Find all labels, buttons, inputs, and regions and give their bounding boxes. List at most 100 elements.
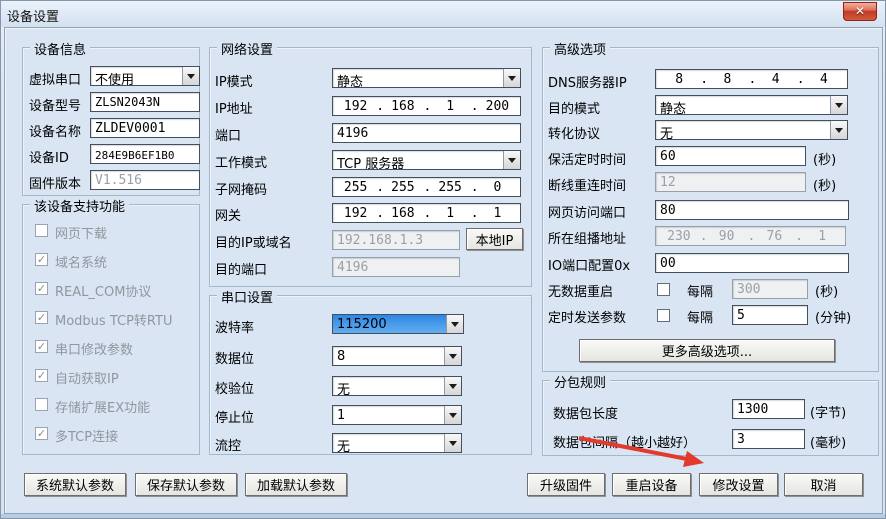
chevron-down-icon[interactable] [446, 315, 463, 333]
keepalive-field[interactable]: 60 [655, 146, 806, 166]
gateway-label: 网关 [215, 205, 241, 224]
packet-rules-group-label: 分包规则 [550, 372, 610, 391]
cancel-button[interactable]: 取消 [784, 473, 863, 496]
io-config-field[interactable]: 00 [655, 253, 849, 273]
subnet-field[interactable]: 255.255.255.0 [332, 177, 521, 197]
chevron-down-icon[interactable] [444, 347, 461, 365]
gateway-octet-1[interactable]: 192 [335, 206, 376, 221]
close-button[interactable]: ✕ [843, 2, 877, 21]
ip-address-label: IP地址 [215, 98, 253, 117]
dns-octet-2[interactable]: 8 [706, 72, 748, 87]
gateway-field[interactable]: 192.168.1.1 [332, 203, 521, 223]
work-mode-label: 工作模式 [215, 152, 267, 171]
feature-checkbox-dns: ✓ [35, 253, 48, 266]
stop-bits-select[interactable]: 1 [332, 405, 462, 425]
feature-checkbox-auto-ip: ✓ [35, 369, 48, 382]
dest-ip-field: 192.168.1.3 [332, 230, 460, 250]
chevron-down-icon[interactable] [444, 377, 461, 395]
local-ip-button[interactable]: 本地IP [466, 228, 523, 250]
dest-port-label: 目的端口 [215, 259, 267, 278]
work-mode-select[interactable]: TCP 服务器 [332, 150, 521, 170]
virtual-serial-select[interactable]: 不使用 [90, 66, 200, 86]
feature-label-realcom: REAL_COM协议 [55, 281, 151, 300]
web-port-label: 网页访问端口 [548, 202, 626, 221]
feature-checkbox-multi-tcp: ✓ [35, 427, 48, 440]
chevron-down-icon[interactable] [503, 151, 520, 169]
dest-port-field: 4196 [332, 257, 460, 277]
model-field[interactable]: ZLSN2043N [90, 92, 200, 112]
ip-address-field[interactable]: 192.168.1.200 [332, 96, 521, 116]
protocol-select[interactable]: 无 [655, 120, 848, 140]
dns-octet-3[interactable]: 4 [755, 72, 797, 87]
upgrade-firmware-button[interactable]: 升级固件 [527, 473, 605, 496]
baud-value: 115200 [333, 315, 446, 333]
apply-settings-button[interactable]: 修改设置 [699, 473, 778, 496]
ip-octet-2[interactable]: 168 [382, 99, 423, 114]
dest-mode-select[interactable]: 静态 [655, 95, 848, 115]
gateway-octet-3[interactable]: 1 [430, 206, 471, 221]
ip-octet-1[interactable]: 192 [335, 99, 376, 114]
save-default-params-button[interactable]: 保存默认参数 [135, 473, 237, 496]
port-field[interactable]: 4196 [332, 123, 521, 143]
chevron-down-icon[interactable] [444, 406, 461, 424]
baud-select[interactable]: 115200 [332, 314, 464, 334]
device-id-label: 设备ID [29, 147, 69, 166]
timed-send-field[interactable]: 5 [732, 305, 808, 325]
timed-send-unit: (分钟) [815, 307, 851, 326]
gateway-octet-4[interactable]: 1 [477, 206, 518, 221]
features-group-label: 该设备支持功能 [30, 196, 129, 215]
no-data-restart-every-label: 每隔 [687, 281, 713, 300]
advanced-group-label: 高级选项 [550, 39, 610, 58]
multicast-label: 所在组播地址 [548, 228, 626, 247]
feature-label-web-download: 网页下载 [55, 223, 107, 242]
restart-device-button[interactable]: 重启设备 [612, 473, 691, 496]
parity-label: 校验位 [215, 378, 254, 397]
subnet-octet-3[interactable]: 255 [430, 180, 471, 195]
feature-label-serial-modify: 串口修改参数 [55, 339, 133, 358]
feature-checkbox-web-download [35, 224, 48, 237]
chevron-down-icon[interactable] [444, 434, 461, 452]
data-bits-select[interactable]: 8 [332, 346, 462, 366]
chevron-down-icon[interactable] [503, 69, 520, 87]
parity-select[interactable]: 无 [332, 376, 462, 396]
gateway-octet-2[interactable]: 168 [382, 206, 423, 221]
subnet-octet-4[interactable]: 0 [477, 180, 518, 195]
ip-octet-4[interactable]: 200 [477, 99, 518, 114]
no-data-restart-checkbox[interactable] [657, 283, 670, 296]
multicast-field: 230.90.76.1 [655, 226, 846, 246]
feature-label-modbus: Modbus TCP转RTU [55, 310, 172, 329]
web-port-field[interactable]: 80 [655, 200, 849, 220]
protocol-value: 无 [656, 121, 830, 139]
work-mode-value: TCP 服务器 [333, 151, 503, 169]
dns-field[interactable]: 8.8.4.4 [655, 69, 848, 89]
timed-send-checkbox[interactable] [657, 309, 670, 322]
dns-octet-4[interactable]: 4 [803, 72, 845, 87]
chevron-down-icon[interactable] [830, 121, 847, 139]
virtual-serial-label: 虚拟串口 [29, 69, 81, 88]
more-advanced-options-button[interactable]: 更多高级选项... [579, 339, 835, 362]
dns-octet-1[interactable]: 8 [658, 72, 700, 87]
ip-mode-select[interactable]: 静态 [332, 68, 521, 88]
packet-interval-field[interactable]: 3 [732, 429, 805, 449]
packet-length-field[interactable]: 1300 [732, 399, 805, 419]
multicast-octet-1: 230 [658, 229, 700, 244]
title-bar: 设备设置 ✕ [1, 1, 885, 27]
device-name-label: 设备名称 [29, 121, 81, 140]
system-default-params-button[interactable]: 系统默认参数 [24, 473, 126, 496]
load-default-params-button[interactable]: 加载默认参数 [245, 473, 347, 496]
keepalive-label: 保活定时时间 [548, 149, 626, 168]
flow-control-select[interactable]: 无 [332, 433, 462, 453]
dest-ip-label: 目的IP或域名 [215, 232, 292, 251]
feature-label-storage-ex: 存储扩展EX功能 [55, 397, 150, 416]
device-name-field[interactable]: ZLDEV0001 [90, 118, 200, 138]
subnet-octet-2[interactable]: 255 [382, 180, 423, 195]
no-data-restart-field: 300 [732, 279, 808, 299]
keepalive-unit: (秒) [813, 149, 836, 168]
chevron-down-icon[interactable] [830, 96, 847, 114]
subnet-octet-1[interactable]: 255 [335, 180, 376, 195]
model-label: 设备型号 [29, 95, 81, 114]
stop-bits-label: 停止位 [215, 407, 254, 426]
ip-octet-3[interactable]: 1 [430, 99, 471, 114]
chevron-down-icon[interactable] [182, 67, 199, 85]
timed-send-label: 定时发送参数 [548, 307, 626, 326]
